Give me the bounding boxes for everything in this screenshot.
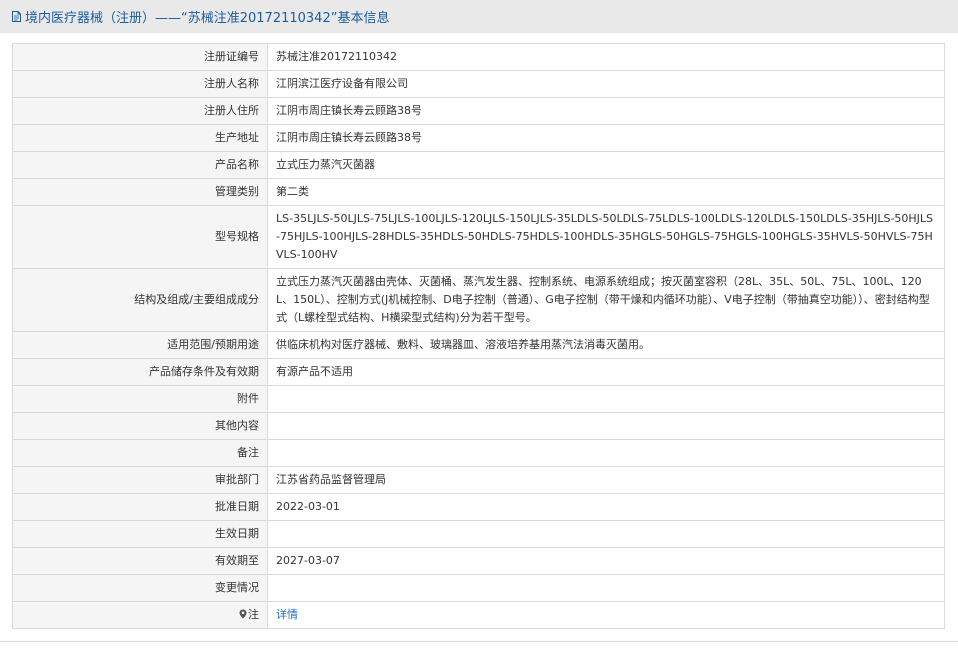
row-value: 江阴滨江医疗设备有限公司 <box>267 70 945 98</box>
table-row: 备注 <box>12 439 945 467</box>
row-label: 生产地址 <box>12 124 268 152</box>
row-value <box>267 412 945 440</box>
row-label: 注册人住所 <box>12 97 268 125</box>
table-row: 注册人住所 江阴市周庄镇长寿云顾路38号 <box>12 97 945 125</box>
row-label: 产品名称 <box>12 151 268 179</box>
table-row: 变更情况 <box>12 574 945 602</box>
row-label: 附件 <box>12 385 268 413</box>
table-row: 注册证编号 苏械注准20172110342 <box>12 43 945 71</box>
divider <box>0 641 958 642</box>
note-label: 注 <box>248 608 259 621</box>
row-label: 型号规格 <box>12 205 268 269</box>
table-row: 适用范围/预期用途 供临床机构对医疗器械、敷料、玻璃器皿、溶液培养基用蒸汽法消毒… <box>12 331 945 359</box>
row-label: 注册证编号 <box>12 43 268 71</box>
table-row: 产品储存条件及有效期 有源产品不适用 <box>12 358 945 386</box>
table-row: 注册人名称 江阴滨江医疗设备有限公司 <box>12 70 945 98</box>
row-value: 2027-03-07 <box>267 547 945 575</box>
row-value: 立式压力蒸汽灭菌器由壳体、灭菌桶、蒸汽发生器、控制系统、电源系统组成；按灭菌室容… <box>267 268 945 332</box>
row-value: 立式压力蒸汽灭菌器 <box>267 151 945 179</box>
table-row: 审批部门 江苏省药品监督管理局 <box>12 466 945 494</box>
row-value: 苏械注准20172110342 <box>267 43 945 71</box>
details-link[interactable]: 详情 <box>276 608 298 621</box>
page-title: 境内医疗器械（注册）——“苏械注准20172110342”基本信息 <box>25 11 390 26</box>
row-label: 结构及组成/主要组成成分 <box>12 268 268 332</box>
table-row: 生效日期 <box>12 520 945 548</box>
table-row: 批准日期 2022-03-01 <box>12 493 945 521</box>
row-value: LS-35LJLS-50LJLS-75LJLS-100LJLS-120LJLS-… <box>267 205 945 269</box>
row-label: 管理类别 <box>12 178 268 206</box>
document-icon <box>10 10 23 23</box>
table-row: 生产地址 江阴市周庄镇长寿云顾路38号 <box>12 124 945 152</box>
row-label: 产品储存条件及有效期 <box>12 358 268 386</box>
table-row: 管理类别 第二类 <box>12 178 945 206</box>
note-row: 注 详情 <box>12 601 945 629</box>
row-value <box>267 439 945 467</box>
row-value: 江阴市周庄镇长寿云顾路38号 <box>267 124 945 152</box>
note-label-cell: 注 <box>12 601 268 629</box>
row-label: 适用范围/预期用途 <box>12 331 268 359</box>
page-title-bar: 境内医疗器械（注册）——“苏械注准20172110342”基本信息 <box>0 0 958 33</box>
device-info-table: 注册证编号 苏械注准20172110342 注册人名称 江阴滨江医疗设备有限公司… <box>12 43 945 629</box>
table-row: 产品名称 立式压力蒸汽灭菌器 <box>12 151 945 179</box>
row-value <box>267 520 945 548</box>
row-label: 备注 <box>12 439 268 467</box>
row-label: 变更情况 <box>12 574 268 602</box>
row-value: 2022-03-01 <box>267 493 945 521</box>
table-row: 其他内容 <box>12 412 945 440</box>
row-label: 批准日期 <box>12 493 268 521</box>
row-label: 注册人名称 <box>12 70 268 98</box>
row-value: 有源产品不适用 <box>267 358 945 386</box>
row-label: 其他内容 <box>12 412 268 440</box>
row-value: 江苏省药品监督管理局 <box>267 466 945 494</box>
row-value: 第二类 <box>267 178 945 206</box>
row-label: 生效日期 <box>12 520 268 548</box>
table-row: 型号规格 LS-35LJLS-50LJLS-75LJLS-100LJLS-120… <box>12 205 945 269</box>
row-label: 审批部门 <box>12 466 268 494</box>
row-value <box>267 574 945 602</box>
row-label: 有效期至 <box>12 547 268 575</box>
note-value-cell: 详情 <box>267 601 945 629</box>
table-row: 有效期至 2027-03-07 <box>12 547 945 575</box>
row-value: 江阴市周庄镇长寿云顾路38号 <box>267 97 945 125</box>
row-value: 供临床机构对医疗器械、敷料、玻璃器皿、溶液培养基用蒸汽法消毒灭菌用。 <box>267 331 945 359</box>
table-row: 附件 <box>12 385 945 413</box>
table-row: 结构及组成/主要组成成分 立式压力蒸汽灭菌器由壳体、灭菌桶、蒸汽发生器、控制系统… <box>12 268 945 332</box>
row-value <box>267 385 945 413</box>
map-pin-icon <box>239 607 247 619</box>
